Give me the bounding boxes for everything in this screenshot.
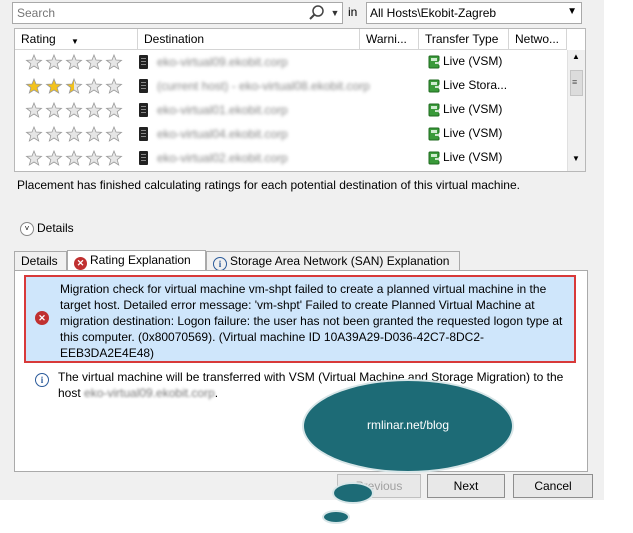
rating-stars-icon [25,77,125,95]
destination-host-name: eko-virtual04.ekobit.corp [157,127,288,141]
details-tabs: Details ✕ Rating Explanation i Storage Are… [14,250,580,271]
torn-edge-bottom [0,500,633,533]
chevron-down-icon[interactable]: ▼ [329,4,341,22]
grip-icon: ≡ [572,77,578,87]
transfer-type-text: Live (VSM) [443,54,503,68]
server-icon [139,103,148,117]
column-header-destination[interactable]: Destination [138,29,360,50]
destination-host-name: (current host) - eko-virtual08.ekobit.co… [157,79,370,93]
details-toggle[interactable]: ˅ Details [20,221,74,236]
info-icon: i [213,257,227,271]
search-icon[interactable] [308,4,326,22]
grid-scrollbar[interactable]: ▲ ≡ ▼ [567,50,585,171]
live-migration-icon [427,54,443,70]
live-migration-icon [427,126,443,142]
blurred-host-name: eko-virtual09.ekobit.corp [84,386,215,400]
column-header-transfer-type[interactable]: Transfer Type [419,29,509,50]
tab-san-explanation[interactable]: i Storage Area Network (SAN) Explanation [206,251,460,271]
search-bar: ▼ in All Hosts\Ekobit-Zagreb ▼ [12,2,602,24]
watermark-bubble: rmlinar.net/blog [302,379,514,473]
error-icon: ✕ [74,257,87,270]
in-label: in [348,5,358,19]
destination-host-name: eko-virtual02.ekobit.corp [157,151,288,165]
search-input[interactable] [17,4,307,21]
error-icon: ✕ [35,311,49,325]
table-row[interactable]: eko-virtual01.ekobit.corp Live (VSM) [15,98,567,122]
details-toggle-label: Details [37,221,74,235]
torn-edge-right [604,0,633,533]
sort-desc-icon: ▼ [71,37,79,46]
server-icon [139,55,148,69]
live-migration-icon [427,102,443,118]
error-message-row[interactable]: ✕ Migration check for virtual machine vm… [24,275,576,363]
scope-value: All Hosts\Ekobit-Zagreb [370,6,497,20]
server-icon [139,127,148,141]
tab-rating-explanation[interactable]: ✕ Rating Explanation [67,250,206,271]
transfer-type-text: Live (VSM) [443,150,503,164]
rating-stars-icon [25,125,125,143]
column-header-network[interactable]: Netwo... [509,29,567,50]
chevron-down-icon: ▼ [567,6,577,17]
next-button[interactable]: Next [427,474,505,498]
scroll-up-icon[interactable]: ▲ [572,52,580,61]
watermark-text: rmlinar.net/blog [366,418,450,432]
server-icon [139,151,148,165]
rating-stars-icon [25,53,125,71]
destination-grid: Rating ▼ Destination Warni... Transfer T… [14,28,586,172]
placement-status: Placement has finished calculating ratin… [17,178,520,192]
cancel-button[interactable]: Cancel [513,474,593,498]
transfer-type-text: Live (VSM) [443,102,503,116]
collapse-chevron-icon: ˅ [20,221,34,236]
table-row[interactable]: eko-virtual02.ekobit.corp Live (VSM) [15,146,567,170]
search-box: ▼ [12,2,343,24]
info-icon: i [35,373,49,387]
scroll-down-icon[interactable]: ▼ [572,154,580,163]
scope-select[interactable]: All Hosts\Ekobit-Zagreb ▼ [366,2,582,24]
watermark-bubble-tail-small [322,510,350,524]
live-migration-icon [427,78,443,94]
server-icon [139,79,148,93]
rating-stars-icon [25,101,125,119]
transfer-type-text: Live Stora... [443,78,508,92]
watermark-bubble-tail [332,482,374,504]
table-row[interactable]: eko-virtual09.ekobit.corp Live (VSM) [15,50,567,74]
column-header-warnings[interactable]: Warni... [360,29,419,50]
table-row[interactable]: eko-virtual04.ekobit.corp Live (VSM) [15,122,567,146]
column-header-rating[interactable]: Rating ▼ [15,29,138,50]
tab-details[interactable]: Details [14,251,67,270]
table-row[interactable]: (current host) - eko-virtual08.ekobit.co… [15,74,567,98]
rating-stars-icon [25,149,125,167]
destination-host-name: eko-virtual09.ekobit.corp [157,55,288,69]
error-message-text: Migration check for virtual machine vm-s… [60,282,563,360]
transfer-type-text: Live (VSM) [443,126,503,140]
destination-host-name: eko-virtual01.ekobit.corp [157,103,288,117]
live-migration-icon [427,150,443,166]
